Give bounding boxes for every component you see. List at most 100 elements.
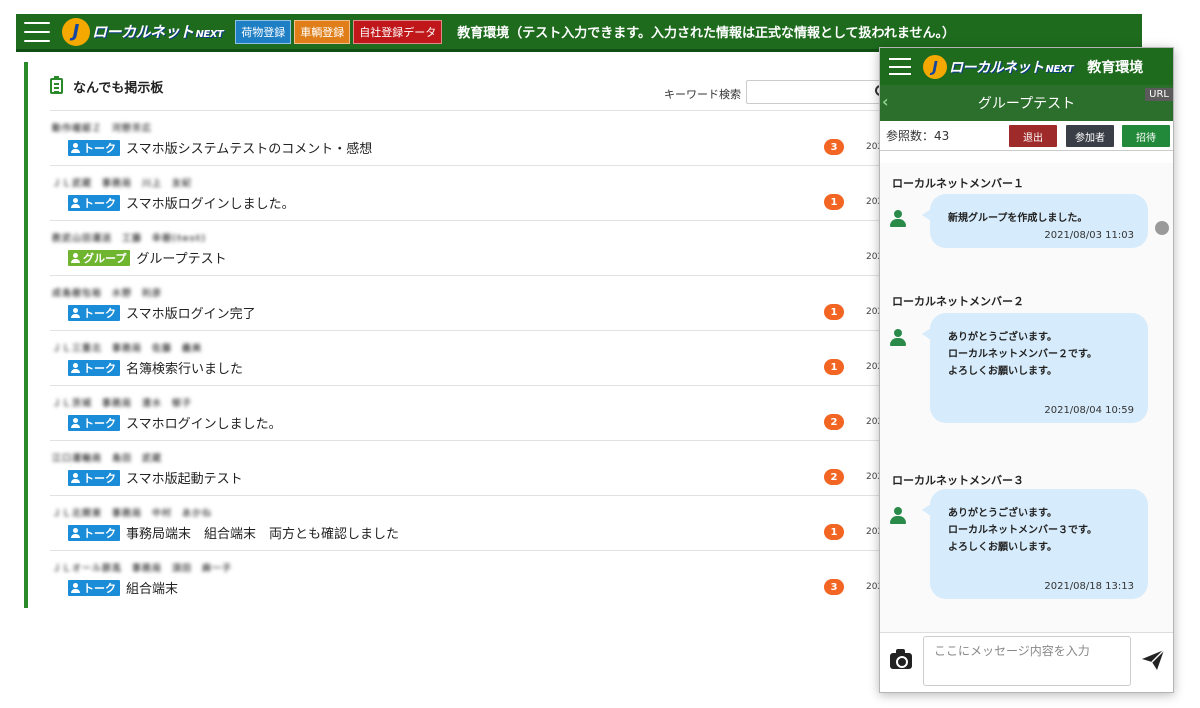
users-icon	[71, 252, 80, 263]
message-bubble: ありがとうございます。 ローカルネットメンバー２です。 よろしくお願いします。 202…	[922, 313, 1148, 423]
badge-label: トーク	[83, 361, 116, 375]
row-title[interactable]: 組合端末	[126, 578, 178, 597]
row-author: ＪＬ北関東 事務局 中村 あかね	[52, 509, 213, 519]
badge-label: トーク	[83, 526, 116, 540]
group-action-bar: 参照数：43 退出 参加者 招待	[880, 121, 1173, 151]
message-line: ありがとうございます。	[948, 508, 1057, 519]
badge-label: トーク	[83, 306, 116, 320]
clipboard-icon	[50, 76, 63, 94]
message-line: ローカルネットメンバー３です。	[948, 525, 1097, 536]
leave-button[interactable]: 退出	[1009, 125, 1057, 147]
hamburger-icon[interactable]	[24, 21, 50, 42]
message-line: ありがとうございます。	[948, 332, 1057, 343]
badge-label: トーク	[83, 416, 116, 430]
badge-label: グループ	[83, 251, 127, 265]
send-icon[interactable]	[1141, 649, 1165, 671]
comment-count-badge: 2	[824, 414, 844, 430]
talk-badge: トーク	[68, 359, 120, 376]
environment-notice: 教育環境（テスト入力できます。入力された情報は正式な情報として扱われません。）	[457, 26, 956, 41]
mobile-logo-text: ローカルネット	[949, 59, 1044, 76]
row-author: 教武山田運送 工藤 幸樹(test)	[52, 234, 207, 244]
chat-thread[interactable]: ローカルネットメンバー１ 新規グループを作成しました。 2021/08/03 11:…	[880, 163, 1173, 633]
user-icon	[71, 197, 80, 208]
mobile-logo-suffix: NEXT	[1045, 63, 1074, 75]
comment-count-badge: 1	[824, 304, 844, 320]
logo-suffix: NEXT	[195, 29, 224, 40]
user-icon	[71, 307, 80, 318]
row-title[interactable]: 事務局端末 組合端末 両方とも確認しました	[126, 523, 399, 542]
talk-badge: トーク	[68, 414, 120, 431]
vehicle-register-button[interactable]: 車輌登録	[294, 19, 351, 44]
message-timestamp: 2021/08/03 11:03	[1044, 230, 1134, 241]
mobile-logo-mark-icon: J	[923, 54, 947, 79]
row-title[interactable]: スマホログインしました。	[126, 413, 282, 432]
keyword-search-label: キーワード検索	[664, 88, 741, 101]
keyword-search-input[interactable]	[746, 80, 886, 104]
row-title[interactable]: グループテスト	[136, 248, 226, 267]
message-timestamp: 2021/08/18 13:13	[1044, 581, 1134, 592]
mobile-logo[interactable]: J ローカルネット NEXT	[923, 51, 1074, 83]
logo-mark-icon: J	[62, 17, 90, 46]
avatar-icon[interactable]	[890, 210, 906, 228]
members-button[interactable]: 参加者	[1066, 125, 1114, 147]
user-icon	[71, 472, 80, 483]
row-title[interactable]: 名簿検索行いました	[126, 358, 243, 377]
user-icon	[71, 417, 80, 428]
comment-count-badge: 1	[824, 194, 844, 210]
row-title[interactable]: スマホ版システムテストのコメント・感想	[126, 138, 372, 157]
message-bubble: ありがとうございます。ローカルネットメンバー３です。 よろしくお願いします。 202…	[922, 489, 1148, 599]
talk-badge: トーク	[68, 469, 120, 486]
message-line: よろしくお願いします。	[948, 542, 1057, 553]
row-author: ＪＬ武蔵 事務局 川上 友紀	[52, 179, 193, 189]
comment-count-badge: 1	[824, 359, 844, 375]
mobile-environment-label: 教育環境	[1087, 59, 1144, 76]
row-title[interactable]: スマホ版ログインしました。	[126, 193, 295, 212]
row-title[interactable]: スマホ版起動テスト	[126, 468, 243, 487]
user-icon	[71, 527, 80, 538]
avatar-icon[interactable]	[890, 507, 906, 525]
badge-label: トーク	[83, 471, 116, 485]
mobile-view: J ローカルネット NEXT 教育環境 ‹ グループテスト URL 参照数：43 …	[879, 47, 1174, 693]
company-data-button[interactable]: 自社登録データ	[353, 19, 443, 44]
invite-button[interactable]: 招待	[1122, 125, 1170, 147]
url-button[interactable]: URL	[1145, 88, 1173, 101]
row-author: 成島樹包裕 水野 利彦	[52, 289, 163, 299]
message-line: 新規グループを作成しました。	[948, 213, 1088, 224]
user-icon	[71, 582, 80, 593]
board-title: なんでも掲示板	[73, 80, 164, 96]
group-badge: グループ	[68, 249, 131, 266]
comment-count-badge: 2	[824, 469, 844, 485]
row-author: ＪＬ茨城 事務局 清水 郁子	[52, 399, 193, 409]
message-line: よろしくお願いします。	[948, 366, 1057, 377]
mobile-hamburger-icon[interactable]	[889, 58, 911, 75]
talk-badge: トーク	[68, 304, 120, 321]
comment-count-badge: 1	[824, 524, 844, 540]
cargo-register-button[interactable]: 荷物登録	[235, 19, 292, 44]
message-sender: ローカルネットメンバー３	[892, 474, 1024, 487]
logo[interactable]: J ローカルネット NEXT	[62, 16, 224, 48]
message-sender: ローカルネットメンバー２	[892, 295, 1024, 308]
row-title[interactable]: スマホ版ログイン完了	[126, 303, 256, 322]
badge-label: トーク	[83, 141, 116, 155]
row-author: 江口運輸商 島田 武蔵	[52, 454, 163, 464]
comment-count-badge: 3	[824, 579, 844, 595]
badge-label: トーク	[83, 581, 116, 595]
user-icon	[71, 142, 80, 153]
message-line: ローカルネットメンバー２です。	[948, 349, 1097, 360]
logo-text: ローカルネット	[92, 23, 194, 41]
row-author: ＪＬオール群馬 事務局 須田 麻一子	[52, 564, 233, 574]
back-chevron-icon[interactable]: ‹	[882, 92, 889, 111]
badge-label: トーク	[83, 196, 116, 210]
camera-icon[interactable]	[890, 649, 912, 669]
row-author: ＪＬ三重北 事務局 佐藤 義美	[52, 344, 203, 354]
avatar-icon[interactable]	[890, 329, 906, 347]
talk-badge: トーク	[68, 139, 120, 156]
talk-badge: トーク	[68, 524, 120, 541]
group-title-bar: ‹ グループテスト URL	[880, 85, 1173, 121]
comment-count-badge: 3	[824, 139, 844, 155]
scroll-indicator[interactable]	[1155, 221, 1169, 235]
mobile-header: J ローカルネット NEXT 教育環境	[880, 48, 1173, 85]
reference-count: 参照数：43	[886, 129, 950, 143]
row-author: 動作確認Ｚ 河野芳広	[52, 124, 153, 134]
message-input[interactable]	[923, 636, 1131, 686]
